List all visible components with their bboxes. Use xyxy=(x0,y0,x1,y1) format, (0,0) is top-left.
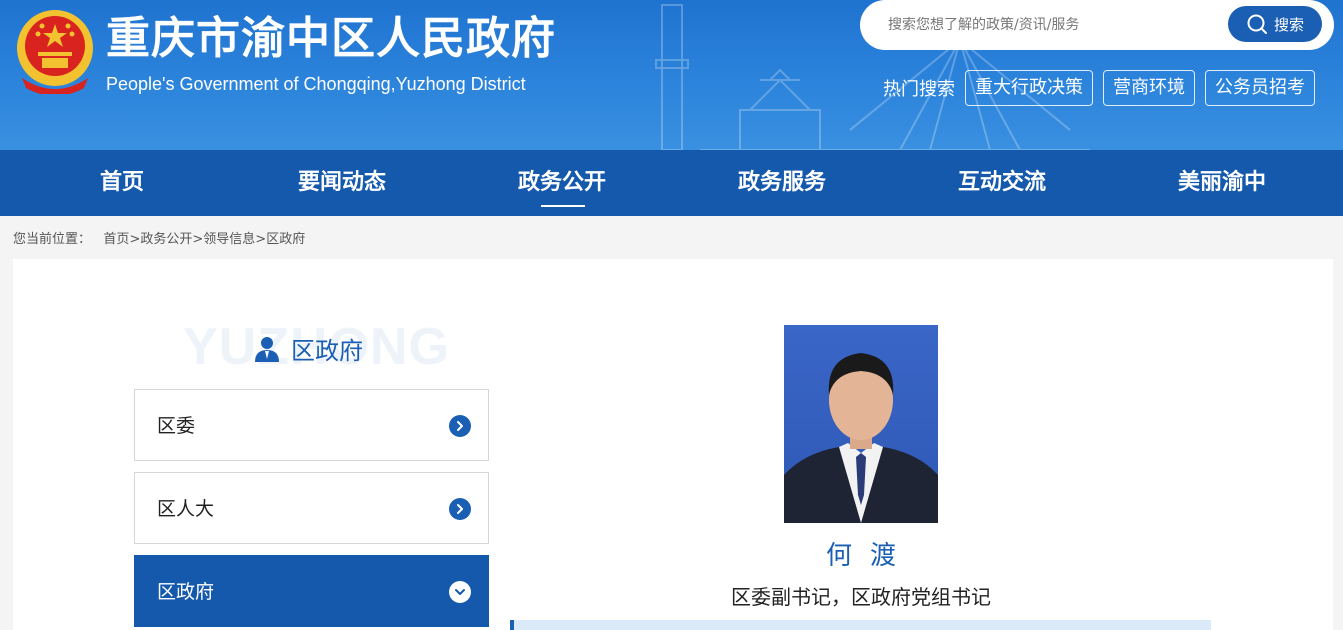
search-box: 搜索 xyxy=(860,0,1334,50)
nav-item-interaction[interactable]: 互动交流 xyxy=(892,150,1112,216)
sidebar-title: 区政府 xyxy=(253,331,363,366)
leader-name: 何渡 xyxy=(825,541,914,571)
nav-item-home[interactable]: 首页 xyxy=(12,150,232,216)
sidebar-item-district-committee[interactable]: 区委 xyxy=(134,389,489,461)
sidebar-item-district-government[interactable]: 区政府 xyxy=(134,555,489,627)
sidebar-item-district-congress[interactable]: 区人大 xyxy=(134,472,489,544)
breadcrumb-separator: > xyxy=(255,232,267,247)
sidebar-item-label: 区委 xyxy=(157,415,196,437)
search-input[interactable] xyxy=(888,13,1208,37)
breadcrumb-current[interactable]: 区政府 xyxy=(266,232,305,247)
chevron-right-icon xyxy=(449,415,471,437)
leader-photo xyxy=(784,325,938,523)
hot-search-label: 热门搜索 xyxy=(883,79,955,100)
person-icon xyxy=(255,336,279,362)
breadcrumb-separator: > xyxy=(192,232,204,247)
site-header: 重庆市渝中区人民政府 People's Government of Chongq… xyxy=(0,0,1343,150)
nav-item-news[interactable]: 要闻动态 xyxy=(232,150,452,216)
hot-tag-major-decisions[interactable]: 重大行政决策 xyxy=(965,70,1093,106)
breadcrumb: 您当前位置： 首页>政务公开>领导信息>区政府 xyxy=(13,228,305,248)
nav-item-government-affairs[interactable]: 政务公开 xyxy=(452,150,672,216)
breadcrumb-separator: > xyxy=(129,232,141,247)
chevron-down-icon xyxy=(449,581,471,603)
nav-item-beautiful-yuzhong[interactable]: 美丽渝中 xyxy=(1112,150,1332,216)
search-button-label: 搜索 xyxy=(1273,15,1304,34)
search-button[interactable]: 搜索 xyxy=(1228,6,1322,42)
sidebar-item-label: 区政府 xyxy=(157,581,215,603)
chevron-right-icon xyxy=(449,498,471,520)
main-nav: 首页 要闻动态 政务公开 政务服务 互动交流 美丽渝中 xyxy=(0,150,1343,216)
sidebar-title-text: 区政府 xyxy=(291,337,363,365)
breadcrumb-leaders[interactable]: 领导信息 xyxy=(203,232,255,247)
hot-tag-civil-service-exam[interactable]: 公务员招考 xyxy=(1205,70,1315,106)
site-subtitle: People's Government of Chongqing,Yuzhong… xyxy=(106,74,526,94)
national-emblem-icon xyxy=(17,10,93,94)
breadcrumb-government-affairs[interactable]: 政务公开 xyxy=(140,232,192,247)
site-title: 重庆市渝中区人民政府 xyxy=(106,13,556,64)
leader-position: 区委副书记，区政府党组书记 xyxy=(731,585,991,609)
info-section-bar xyxy=(510,620,1211,630)
hot-tag-business-environment[interactable]: 营商环境 xyxy=(1103,70,1195,106)
breadcrumb-home[interactable]: 首页 xyxy=(103,232,129,247)
breadcrumb-prefix: 您当前位置： xyxy=(13,232,92,247)
nav-item-services[interactable]: 政务服务 xyxy=(672,150,892,216)
sidebar-item-label: 区人大 xyxy=(157,498,215,520)
sidebar-header: YUZHONG 区政府 xyxy=(183,317,453,377)
content-panel: YUZHONG 区政府 区委 区人大 区政府 何渡 区委副书记，区政府党组书记 xyxy=(13,259,1333,630)
search-icon xyxy=(1247,14,1267,34)
hot-search: 热门搜索 重大行政决策 营商环境 公务员招考 xyxy=(883,70,1325,106)
